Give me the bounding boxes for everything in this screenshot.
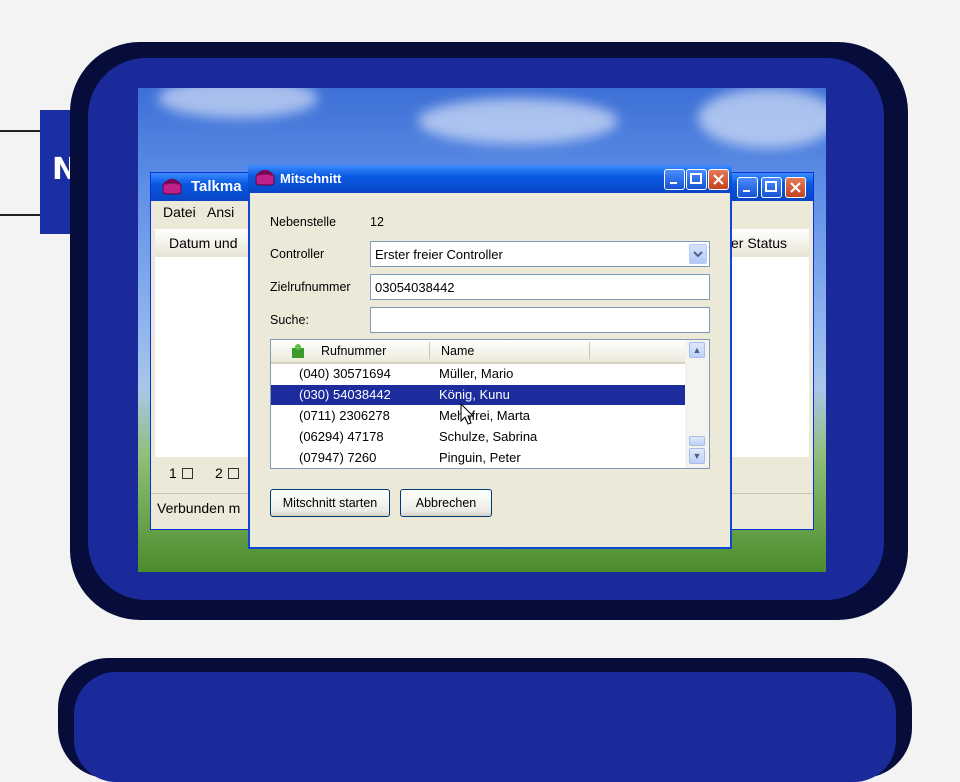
- controller-label: Controller: [270, 247, 325, 261]
- close-icon: [790, 182, 801, 193]
- zielrufnummer-label: Zielrufnummer: [270, 280, 351, 294]
- cloud: [158, 88, 318, 118]
- line-1-label: 1: [169, 465, 177, 481]
- menu-datei[interactable]: Datei: [163, 204, 196, 220]
- rufnummer-cell: (0711) 2306278: [299, 408, 390, 423]
- column-datum[interactable]: Datum und: [169, 235, 237, 251]
- list-item[interactable]: (030) 54038442 König, Kunu: [271, 385, 685, 405]
- phone-icon: [162, 179, 182, 195]
- maximize-icon: [765, 181, 777, 192]
- rufnummer-cell: (030) 54038442: [299, 387, 391, 402]
- scroll-thumb[interactable]: [689, 436, 705, 446]
- maximize-icon: [690, 173, 702, 184]
- nebenstelle-label: Nebenstelle: [270, 215, 337, 229]
- list-header: Rufnummer Name: [271, 340, 709, 364]
- column-name[interactable]: Name: [441, 344, 474, 358]
- close-button[interactable]: [785, 177, 806, 198]
- status-text: Verbunden m: [157, 500, 241, 516]
- zielrufnummer-input[interactable]: 03054038442: [370, 274, 710, 300]
- minimize-icon: [670, 182, 677, 184]
- list-item[interactable]: (040) 30571694 Müller, Mario: [271, 364, 685, 384]
- column-separator[interactable]: [589, 342, 590, 359]
- name-cell: Schulze, Sabrina: [439, 429, 538, 444]
- lower-device-bezel: [74, 672, 896, 782]
- dialog-titlebar[interactable]: Mitschnitt: [248, 165, 732, 193]
- phone-icon: [255, 170, 275, 186]
- name-cell: Müller, Mario: [439, 366, 514, 381]
- desktop-screen: Talkma Datei Ansi Datum und er Status 1 …: [138, 88, 826, 572]
- zielrufnummer-value: 03054038442: [375, 280, 455, 295]
- column-status[interactable]: er Status: [731, 235, 787, 251]
- line-2-checkbox[interactable]: [228, 468, 239, 479]
- line-1-checkbox[interactable]: [182, 468, 193, 479]
- close-icon: [713, 174, 724, 185]
- list-item[interactable]: (0711) 2306278 Mehnfrei, Marta: [271, 406, 685, 426]
- mitschnitt-dialog: Mitschnitt Nebenstelle 12 Controller Ers…: [248, 165, 732, 549]
- line-2-label: 2: [215, 465, 223, 481]
- minimize-icon: [743, 190, 750, 192]
- column-rufnummer[interactable]: Rufnummer: [321, 344, 386, 358]
- minimize-button[interactable]: [664, 169, 685, 190]
- cloud: [698, 88, 826, 148]
- connector-line: [0, 214, 44, 216]
- chevron-down-icon: [693, 251, 703, 258]
- suche-label: Suche:: [270, 313, 309, 327]
- controller-select[interactable]: Erster freier Controller: [370, 241, 710, 267]
- rufnummer-cell: (040) 30571694: [299, 366, 391, 381]
- scroll-track[interactable]: [689, 360, 705, 434]
- scroll-up-button[interactable]: ▲: [689, 342, 705, 358]
- contact-book-icon: [292, 344, 304, 358]
- minimize-button[interactable]: [737, 177, 758, 198]
- scroll-down-button[interactable]: ▼: [689, 448, 705, 464]
- dropdown-button[interactable]: [689, 244, 707, 264]
- name-cell: Mehnfrei, Marta: [439, 408, 531, 423]
- cancel-button[interactable]: Abbrechen: [400, 489, 492, 517]
- maximize-button[interactable]: [686, 169, 707, 190]
- contacts-list: Rufnummer Name (040) 30571694 Müller, Mar…: [270, 339, 710, 469]
- list-item[interactable]: (07947) 7260 Pinguin, Peter: [271, 448, 685, 468]
- controller-value: Erster freier Controller: [375, 247, 503, 262]
- column-separator[interactable]: [429, 342, 430, 359]
- dialog-title: Mitschnitt: [280, 171, 342, 186]
- mouse-cursor-icon: [460, 403, 475, 425]
- rufnummer-cell: (07947) 7260: [299, 450, 377, 465]
- cloud: [418, 98, 618, 144]
- name-cell: Pinguin, Peter: [439, 450, 521, 465]
- search-input[interactable]: [370, 307, 710, 333]
- rufnummer-cell: (06294) 47178: [299, 429, 384, 444]
- connector-line: [0, 130, 44, 132]
- nebenstelle-value: 12: [370, 215, 384, 229]
- name-cell: König, Kunu: [439, 387, 510, 402]
- menu-ansicht[interactable]: Ansi: [207, 204, 234, 220]
- scrollbar[interactable]: ▲ ▼: [685, 340, 709, 468]
- close-button[interactable]: [708, 169, 729, 190]
- window-title: Talkma: [191, 178, 242, 195]
- start-recording-button[interactable]: Mitschnitt starten: [270, 489, 390, 517]
- maximize-button[interactable]: [761, 177, 782, 198]
- list-item[interactable]: (06294) 47178 Schulze, Sabrina: [271, 427, 685, 447]
